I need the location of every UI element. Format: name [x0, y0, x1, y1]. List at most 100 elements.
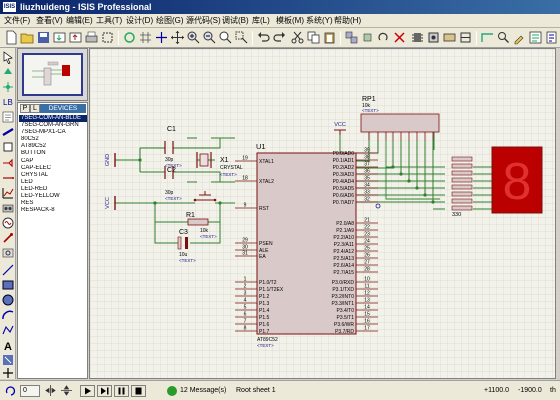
block-move-icon[interactable] — [360, 30, 375, 45]
vertical-scrollbar[interactable] — [556, 48, 560, 379]
mirror-vertical-icon[interactable] — [60, 384, 73, 397]
library-manager-button[interactable]: L — [30, 104, 40, 113]
rotation-input[interactable]: 0 — [20, 385, 40, 397]
menu-item[interactable]: 调试(B) — [222, 16, 249, 26]
messages-count[interactable]: 12 Message(s) — [180, 386, 226, 396]
pan-icon[interactable] — [170, 30, 185, 45]
device-list-item[interactable]: CRYSTAL — [19, 172, 87, 179]
open-folder-icon[interactable] — [20, 30, 35, 45]
device-list-item[interactable]: LED-YELLOW — [19, 193, 87, 200]
export-icon[interactable] — [68, 30, 83, 45]
device-list-item[interactable]: 7SEG-COM-AN-BLUE — [19, 115, 87, 123]
save-icon[interactable] — [36, 30, 51, 45]
pick-device-icon[interactable] — [410, 30, 425, 45]
menu-item[interactable]: 绘图(G) — [156, 16, 184, 26]
block-rotate-icon[interactable] — [376, 30, 391, 45]
netlist-icon[interactable] — [528, 30, 543, 45]
segment-resistor[interactable] — [451, 163, 473, 169]
new-file-icon[interactable] — [4, 30, 19, 45]
menu-item[interactable]: 模板(M) — [276, 16, 304, 26]
block-copy-icon[interactable] — [344, 30, 359, 45]
device-list[interactable]: 7SEG-COM-AN-BLUE 7SEG-COM-AN-GRN 7SEG-MPX1… — [19, 115, 87, 214]
block-delete-icon[interactable] — [392, 30, 407, 45]
menu-item[interactable]: 设计(D) — [126, 16, 153, 26]
component-mode-icon[interactable] — [1, 65, 15, 79]
arc-tool-icon[interactable] — [1, 308, 15, 322]
step-button[interactable] — [97, 385, 112, 397]
packaging-tool-icon[interactable] — [442, 30, 457, 45]
device-list-item[interactable]: RESPACK-8 — [19, 207, 87, 214]
copy-icon[interactable] — [306, 30, 321, 45]
overview-window[interactable] — [17, 48, 88, 101]
redo-icon[interactable] — [272, 30, 287, 45]
segment-resistor[interactable] — [451, 184, 473, 190]
bus-icon[interactable] — [1, 125, 15, 139]
zoom-area-icon[interactable] — [234, 30, 249, 45]
print-area-icon[interactable] — [100, 30, 115, 45]
marker-tool-icon[interactable] — [1, 366, 15, 380]
device-list-item[interactable]: 7SEG-MPX1-CA — [19, 129, 87, 136]
device-list-item[interactable]: 7SEG-COM-AN-GRN — [19, 122, 87, 129]
segment-resistor[interactable] — [451, 170, 473, 176]
symbol-tool-icon[interactable] — [1, 353, 15, 367]
seven-segment-display[interactable]: 8 — [491, 146, 543, 214]
print-icon[interactable] — [84, 30, 99, 45]
menu-item[interactable]: 系统(Y) — [306, 16, 333, 26]
menu-item[interactable]: 库(L) — [252, 16, 270, 26]
wire-label-icon[interactable]: LB — [1, 95, 15, 109]
segment-resistor[interactable] — [451, 205, 473, 211]
paste-icon[interactable] — [322, 30, 337, 45]
junction-dot-icon[interactable] — [1, 80, 15, 94]
menu-item[interactable]: 源代码(S) — [186, 16, 221, 26]
selection-mode-icon[interactable] — [1, 50, 15, 64]
text-script-icon[interactable] — [1, 110, 15, 124]
voltage-probe-icon[interactable] — [1, 231, 15, 245]
device-list-item[interactable]: LED — [19, 179, 87, 186]
box-tool-icon[interactable] — [1, 278, 15, 292]
property-tool-icon[interactable] — [512, 30, 527, 45]
menu-item[interactable]: 帮助(H) — [334, 16, 361, 26]
overview-viewport[interactable] — [22, 53, 83, 96]
pick-devices-button[interactable]: P — [20, 104, 30, 113]
device-list-item[interactable]: 80C52 — [19, 136, 87, 143]
import-icon[interactable] — [52, 30, 67, 45]
search-tag-icon[interactable] — [496, 30, 511, 45]
pause-button[interactable] — [114, 385, 129, 397]
cut-icon[interactable] — [290, 30, 305, 45]
menu-item[interactable]: 工具(T) — [96, 16, 122, 26]
text-tool-icon[interactable]: A — [1, 338, 15, 352]
device-pin-icon[interactable] — [1, 171, 15, 185]
menu-item[interactable]: 编辑(E) — [66, 16, 93, 26]
bill-of-materials-icon[interactable] — [544, 30, 559, 45]
device-list-item[interactable]: CAP-ELEC — [19, 165, 87, 172]
menu-item[interactable]: 查看(V) — [36, 16, 63, 26]
zoom-out-icon[interactable] — [202, 30, 217, 45]
refresh-icon[interactable] — [122, 30, 137, 45]
mirror-horizontal-icon[interactable] — [44, 384, 57, 397]
graph-mode-icon[interactable] — [1, 186, 15, 200]
device-list-item[interactable]: CAP — [19, 158, 87, 165]
menu-item[interactable]: 文件(F) — [4, 16, 30, 26]
zoom-all-icon[interactable] — [218, 30, 233, 45]
make-device-icon[interactable] — [426, 30, 441, 45]
decompose-icon[interactable] — [458, 30, 473, 45]
terminals-mode-icon[interactable] — [1, 156, 15, 170]
subcircuit-icon[interactable] — [1, 140, 15, 154]
generator-mode-icon[interactable] — [1, 216, 15, 230]
origin-icon[interactable] — [154, 30, 169, 45]
device-list-item[interactable]: BUTTON — [19, 150, 87, 157]
stop-button[interactable] — [131, 385, 146, 397]
segment-resistor[interactable] — [451, 198, 473, 204]
zoom-in-icon[interactable] — [186, 30, 201, 45]
schematic-canvas[interactable]: GND VCC VCC C1 30p <TEXT> C2 30p <TEXT> … — [89, 48, 556, 379]
message-status-icon[interactable] — [166, 385, 178, 397]
rotate-icon[interactable] — [4, 384, 17, 397]
device-list-item[interactable]: AT89C52 — [19, 143, 87, 150]
virtual-instrument-icon[interactable] — [1, 246, 15, 260]
path-tool-icon[interactable] — [1, 323, 15, 337]
grid-toggle-icon[interactable] — [138, 30, 153, 45]
play-button[interactable] — [80, 385, 95, 397]
wire-autorouter-icon[interactable] — [480, 30, 495, 45]
segment-resistor[interactable] — [451, 177, 473, 183]
tape-recorder-icon[interactable] — [1, 201, 15, 215]
